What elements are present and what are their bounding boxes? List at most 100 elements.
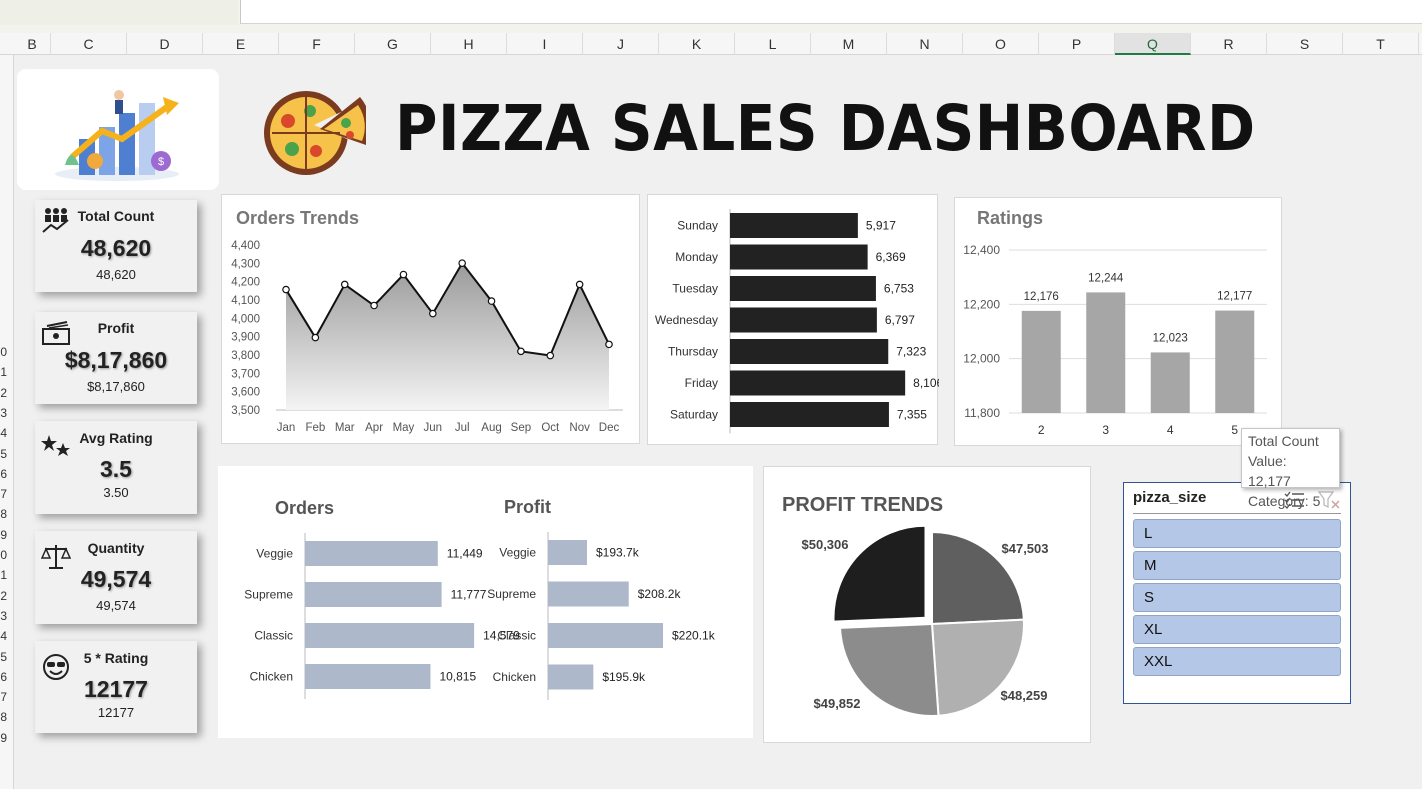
row-header[interactable]: 8 <box>0 710 14 724</box>
data-label: $47,503 <box>1002 541 1049 556</box>
row-header[interactable]: 6 <box>0 467 14 481</box>
category-charts[interactable]: Veggie 11,449Supreme 11,777Classic 14,579Ch… <box>218 466 753 738</box>
x-tick-label: Dec <box>599 422 620 434</box>
column-header[interactable]: D <box>127 33 203 55</box>
data-point <box>370 301 378 310</box>
column-header[interactable]: K <box>659 33 735 55</box>
data-label: 10,815 <box>439 670 476 684</box>
slicer-item-xl[interactable]: XL <box>1133 615 1341 644</box>
kpi-subvalue: 48,620 <box>96 267 136 282</box>
row-header[interactable]: 3 <box>0 609 14 623</box>
column-header[interactable]: S <box>1267 33 1343 55</box>
column-header[interactable]: M <box>811 33 887 55</box>
data-label: $50,306 <box>802 537 849 552</box>
kpi-five-star-rating: 5 * Rating 12177 12177 <box>35 641 197 733</box>
column-header[interactable]: F <box>279 33 355 55</box>
row-header[interactable]: 7 <box>0 487 14 501</box>
data-label: 12,177 <box>1217 291 1252 303</box>
chart-tooltip: Total Count Value: 12,177 Category: 5 <box>1241 428 1340 509</box>
column-header[interactable]: C <box>51 33 127 55</box>
slicer-item-s[interactable]: S <box>1133 583 1341 612</box>
row-header[interactable]: 9 <box>0 528 14 542</box>
row-header[interactable]: 6 <box>0 670 14 684</box>
data-label: 7,323 <box>896 345 926 359</box>
data-point <box>605 340 613 349</box>
column-header[interactable]: P <box>1039 33 1115 55</box>
column-header[interactable]: R <box>1191 33 1267 55</box>
profit-trends-panel[interactable]: PROFIT TRENDS $47,503 $48,259 $49,852 $50,3… <box>763 466 1091 743</box>
column-header[interactable]: L <box>735 33 811 55</box>
y-tick-label: 12,000 <box>963 352 1000 366</box>
data-label: 6,753 <box>884 282 914 296</box>
y-tick-label: 4,300 <box>231 258 260 270</box>
slicer-item-xxl[interactable]: XXL <box>1133 647 1341 676</box>
x-tick-label: May <box>393 422 415 434</box>
kpi-subvalue: 12177 <box>97 705 135 720</box>
bar <box>548 664 594 690</box>
x-tick-label: Mar <box>335 422 355 434</box>
name-box[interactable] <box>0 0 238 25</box>
data-label: 8,106 <box>913 376 939 390</box>
area-fill <box>286 263 609 410</box>
column-header[interactable]: O <box>963 33 1039 55</box>
row-header[interactable]: 0 <box>0 345 14 359</box>
orders-trends-panel[interactable]: Orders Trends 3,500 3,600 3,700 3,800 3,900 4… <box>221 194 640 444</box>
row-header[interactable]: 5 <box>0 650 14 664</box>
category-label: Saturday <box>670 408 718 422</box>
ratings-chart[interactable]: 11,800 12,000 12,200 12,400 12,176 2 12,244 3 12… <box>955 198 1283 447</box>
column-header[interactable]: Q <box>1115 33 1191 55</box>
tooltip-value: Value: 12,177 <box>1248 453 1291 489</box>
row-header[interactable]: 1 <box>0 568 14 582</box>
y-tick-label: 12,400 <box>963 243 1000 257</box>
orders-trends-chart[interactable]: 3,500 3,600 3,700 3,800 3,900 4,000 4,100 4,200… <box>222 195 641 445</box>
kpi-label: Quantity <box>87 540 145 556</box>
category-panel[interactable]: Orders Profit Veggie 11,449 Supreme 11,777 C… <box>218 466 753 738</box>
kpi-value: 3.5 <box>100 456 132 482</box>
profit-trends-chart[interactable]: $47,503 $48,259 $49,852 $50,306 <box>764 467 1092 744</box>
category-label: Chicken <box>250 670 293 684</box>
category-label: Veggie <box>256 547 293 561</box>
column-header[interactable]: N <box>887 33 963 55</box>
x-tick-label: Oct <box>541 422 560 434</box>
row-header[interactable]: 3 <box>0 406 14 420</box>
row-header[interactable]: 1 <box>0 365 14 379</box>
data-label: 6,797 <box>885 313 915 327</box>
slicer-item-l[interactable]: L <box>1133 519 1341 548</box>
row-header[interactable]: 8 <box>0 507 14 521</box>
orders-by-day-panel[interactable]: Sunday 5,917 Monday 6,369 Tuesday 6,753 Wednes… <box>647 194 939 446</box>
excel-toolbar-strip <box>0 0 1422 33</box>
row-header[interactable]: 7 <box>0 690 14 704</box>
row-header[interactable]: 4 <box>0 629 14 643</box>
row-header[interactable]: 5 <box>0 447 14 461</box>
row-header[interactable]: 9 <box>0 731 14 745</box>
bar <box>730 307 877 333</box>
category-label: Thursday <box>668 345 718 359</box>
column-header[interactable]: J <box>583 33 659 55</box>
data-point <box>575 280 584 289</box>
orders-by-day-chart[interactable]: Sunday 5,917 Monday 6,369 Tuesday 6,753 Wednes… <box>648 195 939 446</box>
pizza-icon <box>264 91 366 175</box>
column-header[interactable]: I <box>507 33 583 55</box>
data-point <box>487 297 496 305</box>
row-header[interactable]: 2 <box>0 386 14 400</box>
bar <box>548 623 663 648</box>
y-tick-label: 3,800 <box>231 350 260 362</box>
y-tick-label: 3,900 <box>231 332 260 344</box>
pizza-size-slicer[interactable]: pizza_size L M S XL XXL <box>1123 482 1351 704</box>
column-header[interactable]: G <box>355 33 431 55</box>
column-header[interactable]: E <box>203 33 279 55</box>
slicer-item-m[interactable]: M <box>1133 551 1341 580</box>
bar <box>730 244 868 270</box>
formula-bar[interactable] <box>240 0 1422 24</box>
dashboard-title: PIZZA SALES DASHBOARD <box>395 92 1256 165</box>
ratings-panel[interactable]: Ratings 11,800 12,000 12,200 12,400 12,176 2 1… <box>954 197 1282 446</box>
column-header[interactable]: T <box>1343 33 1419 55</box>
column-header[interactable]: B <box>14 33 51 55</box>
data-label: 11,449 <box>447 547 483 561</box>
data-label: $193.7k <box>596 546 640 560</box>
row-header[interactable]: 0 <box>0 548 14 562</box>
row-header[interactable]: 4 <box>0 426 14 440</box>
column-header[interactable]: H <box>431 33 507 55</box>
row-header[interactable]: 2 <box>0 589 14 603</box>
bar <box>305 541 438 566</box>
